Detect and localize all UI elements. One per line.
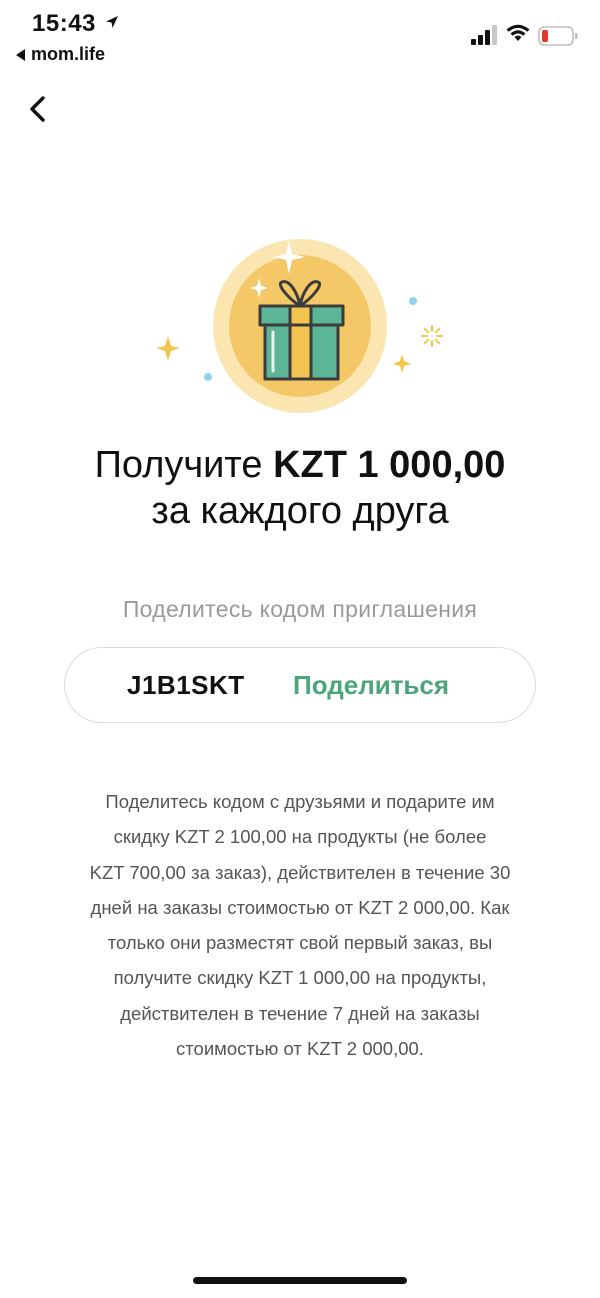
wifi-icon: [506, 24, 530, 41]
chevron-left-icon[interactable]: [22, 92, 56, 126]
description-line: скидку KZT 2 100,00 на продукты (не боле…: [113, 826, 487, 848]
invite-code-box: J1B1SKT Поделиться: [64, 647, 536, 723]
headline-line-1: Получите KZT 1 000,00: [0, 442, 600, 488]
page-title: Получите KZT 1 000,00 за каждого друга: [0, 442, 600, 534]
status-bar: 15:43 mom.life: [0, 0, 600, 72]
battery-low-icon: [538, 26, 578, 46]
back-to-app-link[interactable]: mom.life: [16, 44, 105, 65]
description-line: Поделитесь кодом с друзьями и подарите и…: [105, 791, 495, 812]
description-line: дней на заказы стоимостью от KZT 2 000,0…: [90, 896, 510, 918]
headline-prefix: Получите: [94, 444, 274, 486]
home-indicator[interactable]: [193, 1277, 407, 1284]
description-line: получите скидку KZT 1 000,00 на продукты…: [113, 967, 487, 989]
back-triangle-icon: [16, 48, 25, 61]
share-button[interactable]: Поделиться: [293, 670, 449, 701]
location-arrow-icon: [106, 16, 118, 28]
sparkle-burst: [421, 325, 443, 347]
headline-amount: KZT 1 000,00: [273, 444, 506, 486]
back-app-label: mom.life: [31, 44, 106, 64]
sparkle-left: [156, 336, 180, 361]
description-line: стоимостью от KZT 2 000,00.: [176, 1038, 424, 1060]
invite-code: J1B1SKT: [127, 670, 245, 700]
status-time: 15:43: [32, 10, 96, 37]
cellular-signal-icon: [471, 25, 497, 45]
dot-blue-right: [409, 297, 417, 305]
invite-code-label: Поделитесь кодом приглашения: [122, 596, 478, 622]
description-line: только они разместят свой первый заказ, …: [107, 932, 493, 954]
description-line: KZT 700,00 за заказ), действителен в теч…: [89, 861, 511, 883]
description-line: действителен в течение 7 дней на заказы: [120, 1002, 480, 1024]
referral-description: Поделитесь кодом с друзьями и подарите и…: [50, 784, 550, 1066]
gift-illustration: [156, 239, 443, 413]
sparkle-right: [393, 354, 411, 373]
dot-blue-left: [204, 373, 212, 381]
headline-line-2: за каждого друга: [151, 490, 449, 532]
